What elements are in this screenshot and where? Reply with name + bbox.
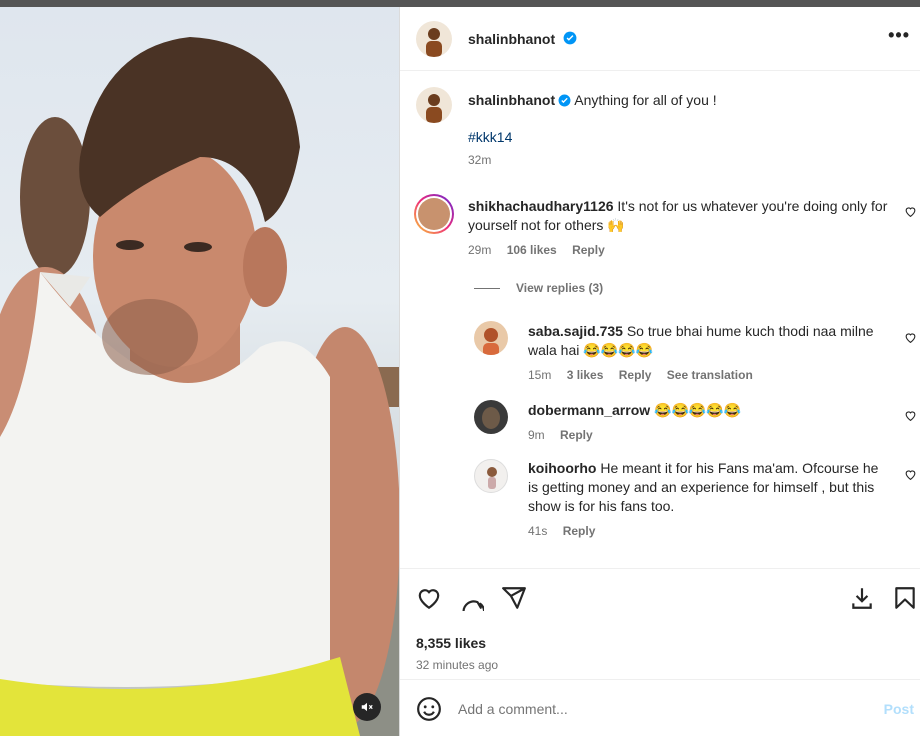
caption-author-avatar[interactable] <box>416 87 452 123</box>
reply-button[interactable]: Reply <box>563 524 596 538</box>
see-translation-button[interactable]: See translation <box>667 368 753 382</box>
verified-badge-icon <box>563 31 577 45</box>
like-comment-heart-icon[interactable] <box>904 205 917 218</box>
reply-item-2: dobermann_arrow 😂😂😂😂😂 9m Reply <box>528 401 888 442</box>
comment-bubble-icon[interactable] <box>458 585 484 611</box>
reply-time: 9m <box>528 428 545 442</box>
reply-avatar[interactable] <box>474 321 508 355</box>
like-reply-heart-icon[interactable] <box>904 468 917 481</box>
save-bookmark-icon[interactable] <box>892 585 918 611</box>
comment-username[interactable]: shikhachaudhary1126 <box>468 198 614 214</box>
verified-badge-icon <box>558 94 571 107</box>
caption-time: 32m <box>468 153 492 167</box>
reply-text: 😂😂😂😂😂 <box>654 402 742 418</box>
more-options-button[interactable]: ••• <box>888 25 910 46</box>
reply-button[interactable]: Reply <box>572 243 605 257</box>
share-paper-plane-icon[interactable] <box>501 585 527 611</box>
reply-avatar[interactable] <box>474 400 508 434</box>
view-replies-label: View replies (3) <box>516 281 604 295</box>
reply-avatar[interactable] <box>474 459 508 493</box>
like-reply-heart-icon[interactable] <box>904 331 917 344</box>
reply-username[interactable]: koihoorho <box>528 460 596 476</box>
post-timestamp: 32 minutes ago <box>416 658 499 672</box>
reply-time: 41s <box>528 524 548 538</box>
post-video[interactable] <box>0 7 399 736</box>
download-icon[interactable] <box>849 585 875 611</box>
reply-item-3: koihoorho He meant it for his Fans ma'am… <box>528 459 888 538</box>
author-username[interactable]: shalinbhanot <box>468 31 555 47</box>
browser-top-bar <box>0 0 920 7</box>
post-comment-button[interactable]: Post <box>884 701 914 717</box>
commenter-avatar-story-ring[interactable] <box>414 194 454 234</box>
post-like-count[interactable]: 8,355 likes <box>416 635 486 651</box>
reply-username[interactable]: saba.sajid.735 <box>528 323 623 339</box>
mute-toggle-button[interactable] <box>353 693 381 721</box>
caption-username[interactable]: shalinbhanot <box>468 92 555 108</box>
add-comment-bar: Post <box>400 679 920 736</box>
caption-hashtag[interactable]: #kkk14 <box>468 128 898 147</box>
author-avatar[interactable] <box>416 21 452 57</box>
reply-item-1: saba.sajid.735 So true bhai hume kuch th… <box>528 322 888 382</box>
caption-block: shalinbhanot Anything for all of you ! #… <box>468 91 898 167</box>
reply-button[interactable]: Reply <box>560 428 593 442</box>
comment-time: 29m <box>468 243 492 257</box>
reply-username[interactable]: dobermann_arrow <box>528 402 650 418</box>
reply-time: 15m <box>528 368 552 382</box>
post-header: shalinbhanot ••• <box>400 7 920 71</box>
like-heart-icon[interactable] <box>416 585 442 611</box>
caption-text: Anything for all of you ! <box>574 92 717 108</box>
comment-item-1: shikhachaudhary1126 It's not for us what… <box>468 197 888 257</box>
emoji-smiley-icon[interactable] <box>416 696 442 722</box>
view-replies-button[interactable]: View replies (3) <box>474 281 603 295</box>
like-reply-heart-icon[interactable] <box>904 409 917 422</box>
reply-likes[interactable]: 3 likes <box>567 368 604 382</box>
view-replies-line <box>474 288 500 290</box>
video-frame-illustration <box>0 37 399 736</box>
comment-input[interactable] <box>458 698 858 720</box>
comment-likes[interactable]: 106 likes <box>507 243 557 257</box>
speaker-muted-icon <box>361 702 373 712</box>
reply-button[interactable]: Reply <box>619 368 652 382</box>
post-details-panel: shalinbhanot ••• shalinbhanot Anything f… <box>400 7 920 736</box>
